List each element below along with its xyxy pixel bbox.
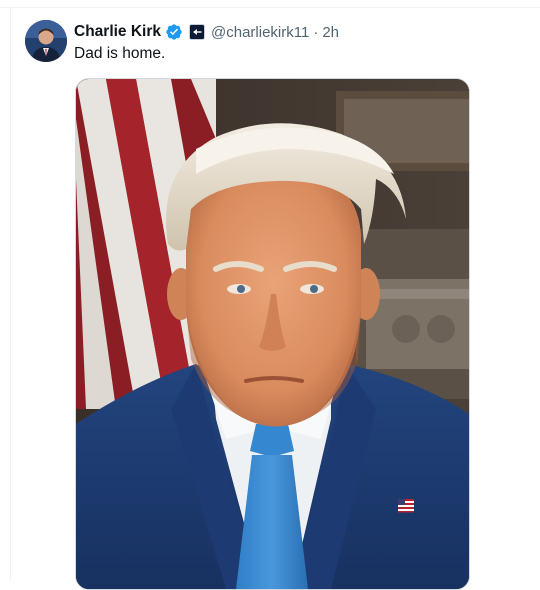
author-name[interactable]: Charlie Kirk	[74, 23, 161, 41]
post-text: Dad is home.	[74, 45, 166, 62]
author-handle[interactable]: @charliekirk11	[211, 24, 309, 41]
post-timestamp[interactable]: 2h	[322, 24, 339, 41]
separator-dot: ·	[313, 23, 319, 41]
avatar[interactable]	[25, 20, 67, 62]
post-photo[interactable]	[75, 78, 470, 590]
verified-badge-icon[interactable]	[165, 23, 183, 41]
post[interactable]: Charlie Kirk @charliekirk11 · 2h Dad is …	[0, 0, 540, 590]
post-header: Charlie Kirk @charliekirk11 · 2h	[74, 20, 339, 44]
affiliation-badge-icon[interactable]	[189, 24, 206, 40]
